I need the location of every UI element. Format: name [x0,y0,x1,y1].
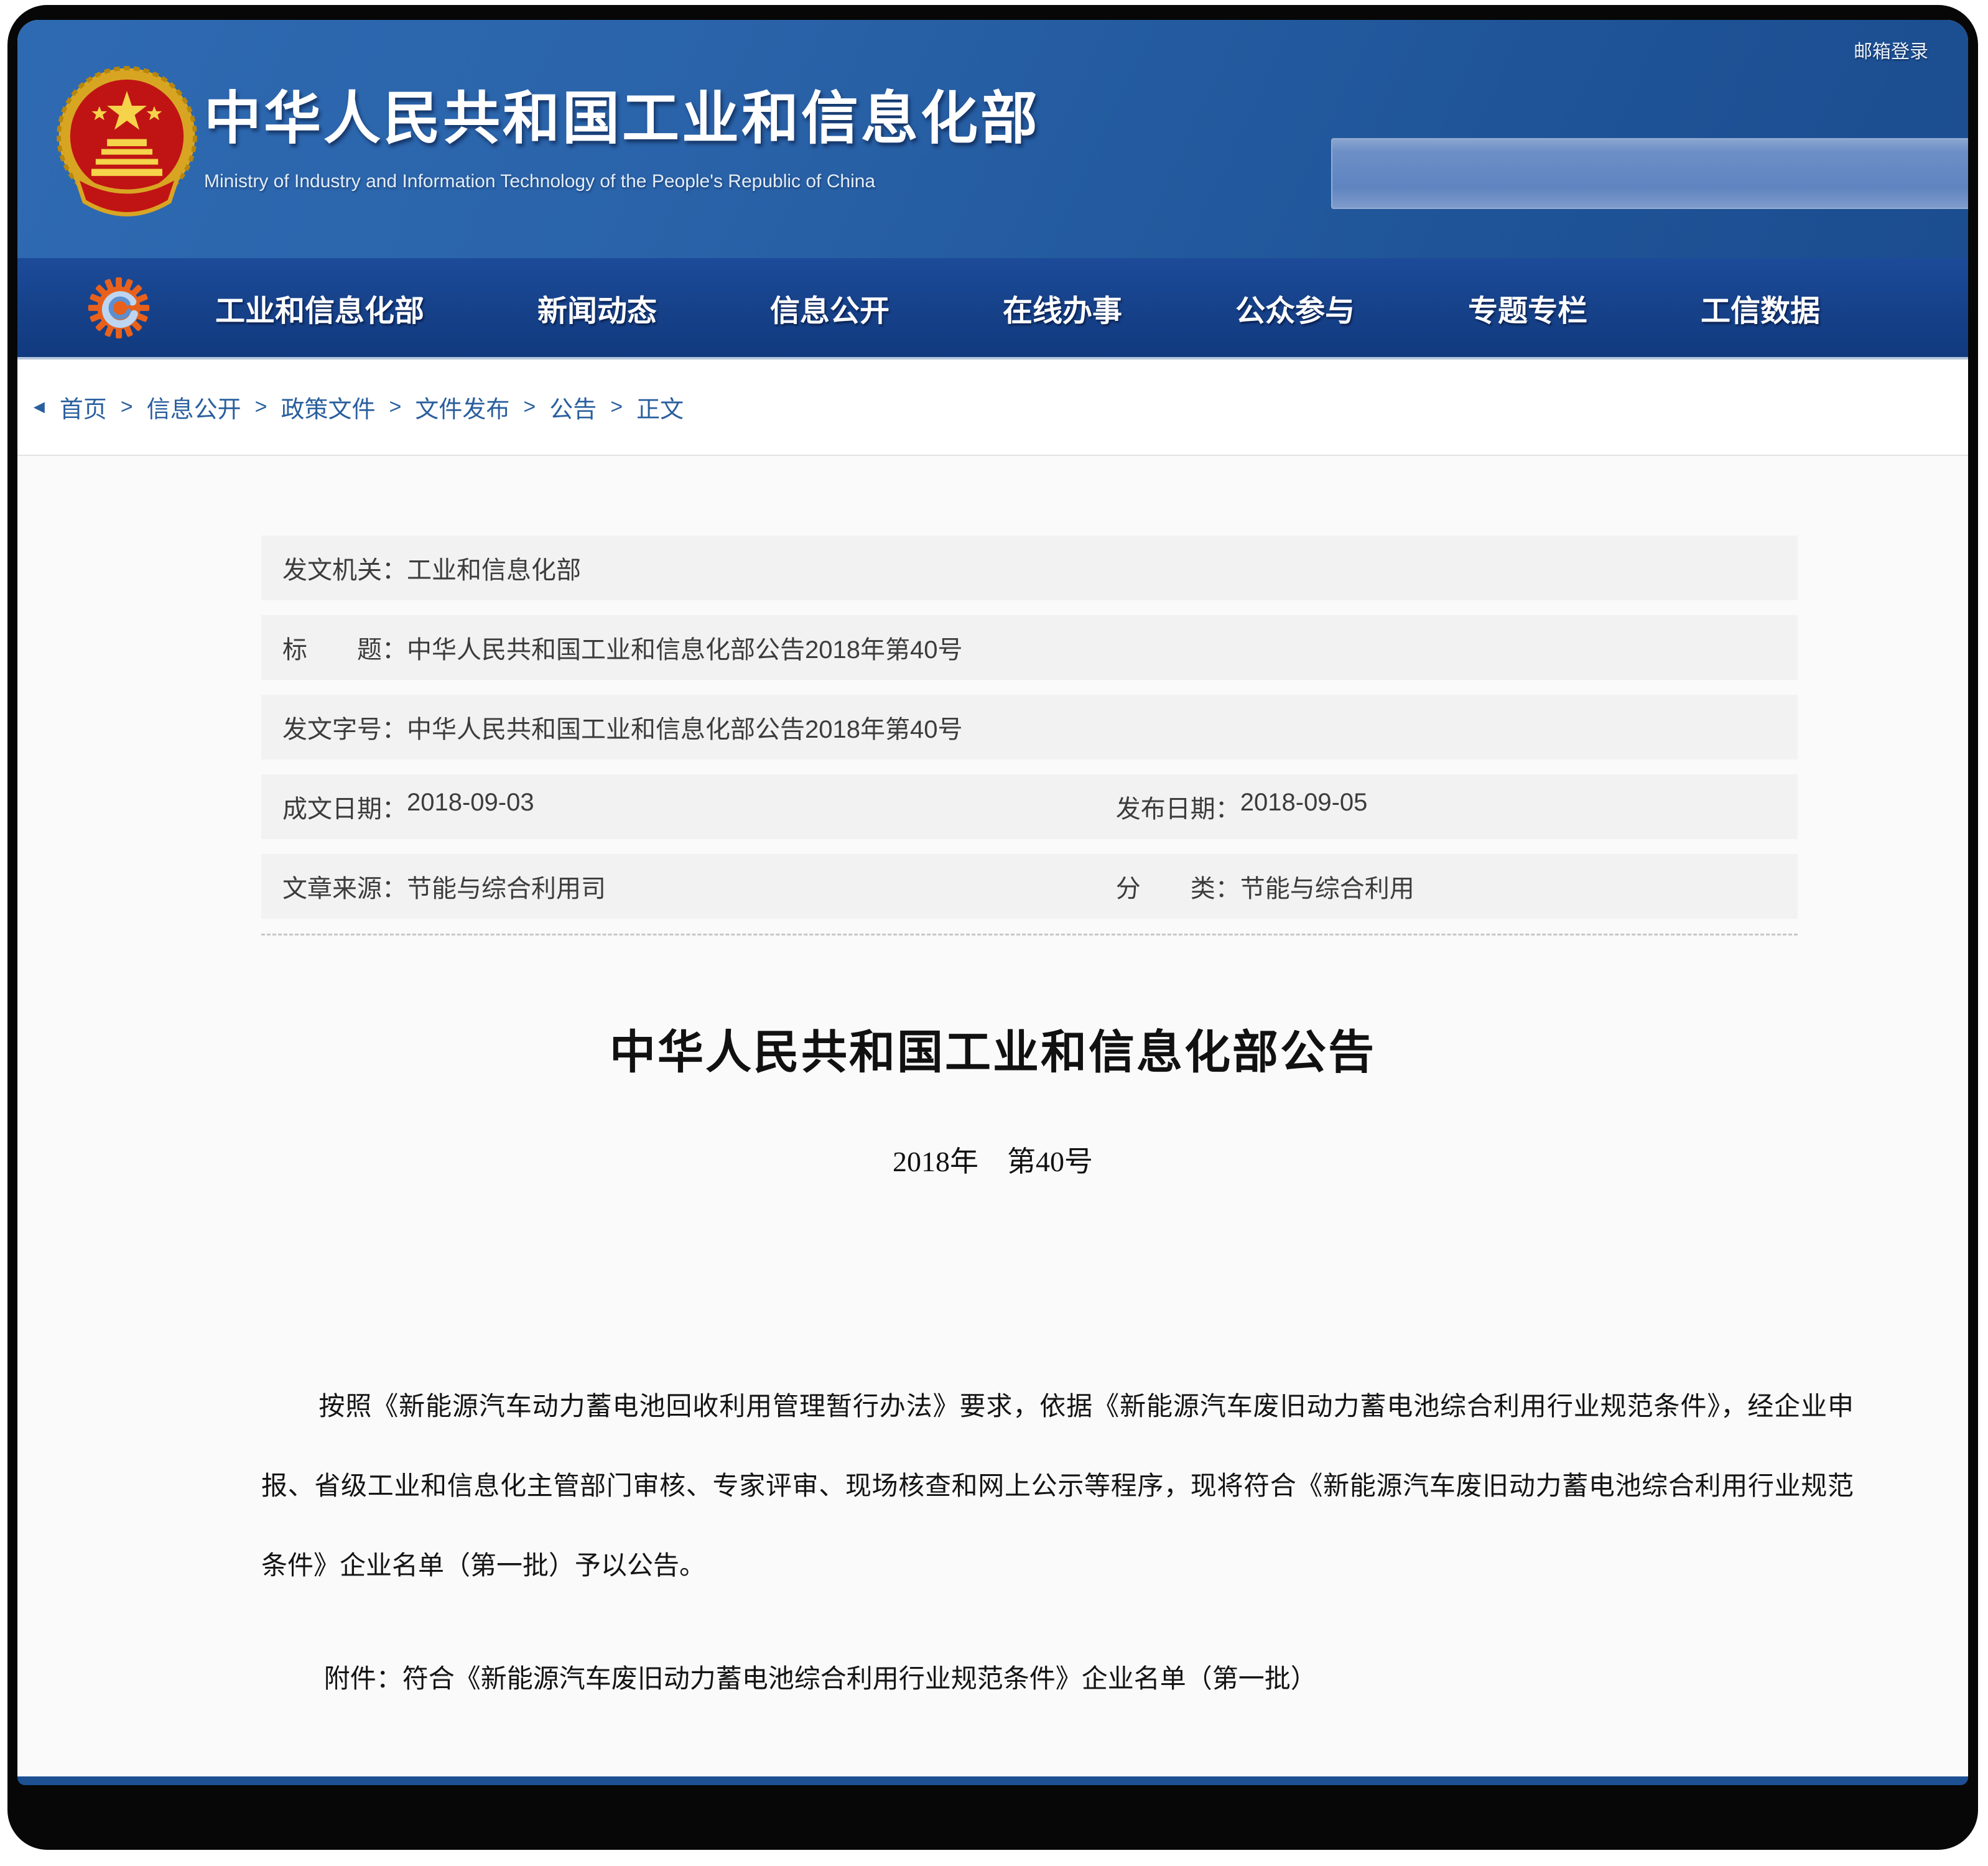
breadcrumb-home[interactable]: 首页 [60,390,107,424]
nav-item-miit-data[interactable]: 工信数据 [1701,286,1820,330]
meta-row-title: 标 题：中华人民共和国工业和信息化部公告2018年第40号 [261,615,1798,680]
article-content: 发文机关：工业和信息化部 标 题：中华人民共和国工业和信息化部公告2018年第4… [17,456,1968,1785]
nav-item-public-participation[interactable]: 公众参与 [1235,286,1355,330]
header-search-input[interactable] [1331,138,1968,209]
screenshot: 邮箱登录 [0,0,1988,1866]
nav-item-news[interactable]: 新闻动态 [537,286,657,330]
meta-label: 发布日期： [1116,789,1240,825]
breadcrumb-separator: > [389,395,401,419]
breadcrumb-policy-documents[interactable]: 政策文件 [281,390,375,424]
announcement-title: 中华人民共和国工业和信息化部公告 [17,1015,1968,1082]
meta-value: 节能与综合利用 [1240,868,1414,904]
browser-page: 邮箱登录 [17,20,1968,1785]
national-emblem-icon [56,65,198,228]
meta-label: 发文字号： [282,709,407,745]
meta-value: 节能与综合利用司 [407,868,606,904]
signature: 工业和信息化部 [261,1775,1854,1785]
nav-item-miit[interactable]: 工业和信息化部 [215,286,424,330]
meta-row-issuing-agency: 发文机关：工业和信息化部 [261,536,1798,600]
mailbox-login-link[interactable]: 邮箱登录 [1854,36,1928,63]
breadcrumb-arrow-icon: ◄ [30,397,49,418]
issue-number: 2018年 第40号 [17,1139,1968,1180]
nav-item-info-disclosure[interactable]: 信息公开 [770,286,889,330]
meta-row-source-category: 文章来源：节能与综合利用司 分 类：节能与综合利用 [261,854,1798,919]
meta-row-doc-number: 发文字号：中华人民共和国工业和信息化部公告2018年第40号 [261,695,1798,759]
dashed-divider [261,934,1798,935]
meta-value: 中华人民共和国工业和信息化部公告2018年第40号 [407,629,962,666]
nav-item-special-topics[interactable]: 专题专栏 [1468,286,1587,330]
breadcrumb: ◄ 首页 > 信息公开 > 政策文件 > 文件发布 > 公告 > 正文 [17,360,1968,456]
site-title: 中华人民共和国工业和信息化部 [204,72,1040,155]
breadcrumb-separator: > [610,395,623,419]
meta-label: 发文机关： [282,550,407,586]
meta-label: 成文日期： [282,789,407,825]
meta-row-dates: 成文日期：2018-09-03 发布日期：2018-09-05 [261,774,1798,839]
miit-gear-logo-icon [82,271,156,345]
meta-label: 分 类： [1116,868,1240,904]
window-frame: 邮箱登录 [7,5,1978,1850]
meta-label: 标 题： [282,629,407,666]
main-nav: 工业和信息化部 新闻动态 信息公开 在线办事 公众参与 专题专栏 工信数据 [17,258,1968,360]
breadcrumb-separator: > [255,395,267,419]
meta-value: 工业和信息化部 [407,550,581,586]
doc-meta-table: 发文机关：工业和信息化部 标 题：中华人民共和国工业和信息化部公告2018年第4… [261,536,1798,919]
breadcrumb-announcements[interactable]: 公告 [549,390,597,424]
breadcrumb-info-disclosure[interactable]: 信息公开 [147,390,241,424]
breadcrumb-separator: > [121,395,133,419]
nav-item-online-services[interactable]: 在线办事 [1003,286,1122,330]
site-subtitle-en: Ministry of Industry and Information Tec… [204,171,1040,192]
breadcrumb-document-release[interactable]: 文件发布 [415,390,509,424]
header-titles: 中华人民共和国工业和信息化部 Ministry of Industry and … [204,72,1040,192]
breadcrumb-separator: > [523,395,536,419]
meta-label: 文章来源： [282,868,407,904]
announcement-paragraph: 按照《新能源汽车动力蓄电池回收利用管理暂行办法》要求，依据《新能源汽车废旧动力蓄… [261,1367,1854,1605]
meta-value: 中华人民共和国工业和信息化部公告2018年第40号 [407,709,962,745]
attachment-link[interactable]: 附件：符合《新能源汽车废旧动力蓄电池综合利用行业规范条件》企业名单（第一批） [261,1658,1854,1696]
meta-value: 2018-09-05 [1240,789,1368,825]
meta-value: 2018-09-03 [407,789,534,825]
site-header: 邮箱登录 [17,20,1968,258]
breadcrumb-current-page: 正文 [636,390,684,424]
